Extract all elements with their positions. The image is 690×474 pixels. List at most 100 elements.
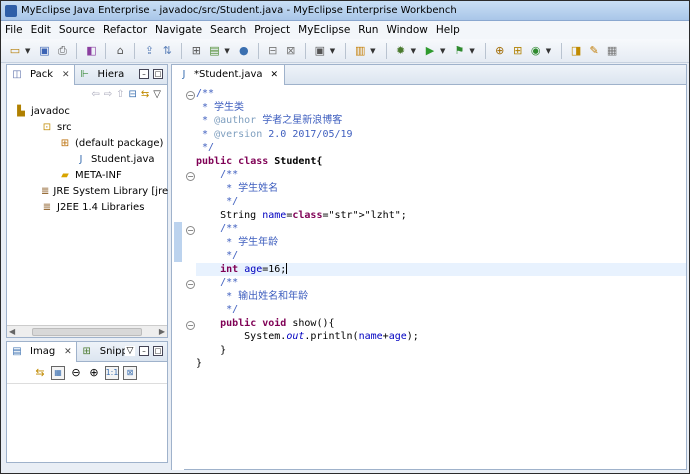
tree-item-meta-inf[interactable]: ▰ META-INF bbox=[7, 167, 167, 183]
tab-image[interactable]: ▤ Imag ✕ bbox=[7, 341, 77, 362]
link-with-editor-icon[interactable]: ⇆ bbox=[141, 89, 149, 100]
new-package-icon[interactable]: ⊞ bbox=[510, 43, 526, 59]
actual-size-icon[interactable]: 1:1 bbox=[105, 365, 119, 380]
maximize-icon[interactable]: □ bbox=[153, 346, 163, 356]
server-icon[interactable]: ⌂ bbox=[112, 43, 128, 59]
link-icon[interactable]: ⇆ bbox=[33, 366, 47, 380]
external-tools-dropdown-icon[interactable]: ▼ bbox=[469, 47, 474, 55]
new-dropdown-icon[interactable]: ▼ bbox=[25, 47, 30, 55]
code-line: /** bbox=[196, 223, 239, 234]
library-icon: ≣ bbox=[41, 185, 50, 197]
fold-icon[interactable]: − bbox=[186, 321, 195, 330]
menu-search[interactable]: Search bbox=[206, 21, 250, 39]
run-icon[interactable]: ▶ bbox=[422, 43, 438, 59]
close-icon[interactable]: ✕ bbox=[271, 70, 279, 80]
menu-help[interactable]: Help bbox=[432, 21, 464, 39]
menu-navigate[interactable]: Navigate bbox=[151, 21, 206, 39]
code-line: */ bbox=[196, 142, 215, 153]
zoom-out-icon[interactable]: ⊖ bbox=[69, 366, 83, 380]
close-icon[interactable]: ✕ bbox=[64, 347, 72, 357]
open-folder-icon[interactable]: ◨ bbox=[568, 43, 584, 59]
image-info-icon[interactable]: ▦ bbox=[51, 365, 65, 380]
image-editor-icon[interactable]: ▣ bbox=[312, 43, 328, 59]
scroll-right-icon[interactable]: ▶ bbox=[159, 327, 165, 336]
toolbar-separator bbox=[385, 42, 387, 59]
collapse-all-icon[interactable]: ⊟ bbox=[129, 89, 137, 100]
tree-item-jre-library[interactable]: ≣ JRE System Library [jre bbox=[7, 183, 169, 199]
new-project-dropdown-icon[interactable]: ▼ bbox=[370, 47, 375, 55]
code-area[interactable]: /** * 学生类 * @author 学者之星新浪博客 * @version … bbox=[196, 87, 686, 371]
new-java-project-icon[interactable]: ⊕ bbox=[492, 43, 508, 59]
tree-item-project[interactable]: ▙ javadoc bbox=[7, 103, 167, 119]
pencil-icon[interactable]: ✎ bbox=[586, 43, 602, 59]
fit-icon[interactable]: ⊠ bbox=[123, 365, 137, 380]
horizontal-scrollbar[interactable]: ◀ ▶ bbox=[7, 325, 167, 337]
tab-package-explorer[interactable]: ◫ Pack ✕ bbox=[7, 64, 75, 85]
menu-project[interactable]: Project bbox=[250, 21, 294, 39]
snippets-icon: ⊞ bbox=[82, 346, 91, 357]
save-icon[interactable]: ▣ bbox=[36, 43, 52, 59]
menu-edit[interactable]: Edit bbox=[27, 21, 55, 39]
fold-icon[interactable]: − bbox=[186, 280, 195, 289]
debug-dropdown-icon[interactable]: ▼ bbox=[411, 47, 416, 55]
toolbar-separator bbox=[181, 42, 183, 59]
minimize-icon[interactable]: – bbox=[139, 346, 149, 356]
scroll-thumb[interactable] bbox=[32, 327, 142, 336]
menu-file[interactable]: File bbox=[1, 21, 27, 39]
library-icon: ≣ bbox=[42, 201, 52, 213]
back-icon[interactable]: ⇦ bbox=[91, 89, 99, 100]
deploy-icon[interactable]: ⇪ bbox=[141, 43, 157, 59]
new-class-dropdown-icon[interactable]: ▼ bbox=[546, 47, 551, 55]
tree-item-default-package[interactable]: ⊞ (default package) bbox=[7, 135, 167, 151]
zoom-in-icon[interactable]: ⊕ bbox=[87, 366, 101, 380]
image-view-tabs: ▤ Imag ✕ ⊞ Snipp ▽ – □ bbox=[7, 341, 167, 362]
report-icon[interactable]: ⊟ bbox=[265, 43, 281, 59]
menu-run[interactable]: Run bbox=[354, 21, 382, 39]
image-editor-dropdown-icon[interactable]: ▼ bbox=[330, 47, 335, 55]
tree-item-j2ee-library[interactable]: ≣ J2EE 1.4 Libraries bbox=[7, 199, 167, 215]
up-icon[interactable]: ⇧ bbox=[116, 89, 124, 100]
toolbar-separator bbox=[304, 42, 306, 59]
scroll-left-icon[interactable]: ◀ bbox=[9, 327, 15, 336]
code-line: public void show(){ bbox=[220, 317, 335, 329]
browser-icon[interactable]: ● bbox=[236, 43, 252, 59]
deploy-manage-icon[interactable]: ⇅ bbox=[159, 43, 175, 59]
server-start-icon[interactable]: ⊞ bbox=[188, 43, 204, 59]
fold-icon[interactable]: − bbox=[186, 91, 195, 100]
new-project-icon[interactable]: ▥ bbox=[352, 43, 368, 59]
tree-item-label: JRE System Library [jre bbox=[53, 185, 169, 197]
debug-icon[interactable]: ✹ bbox=[393, 43, 409, 59]
change-marker bbox=[174, 222, 182, 262]
minimize-icon[interactable]: – bbox=[139, 69, 149, 79]
tree-item-label: src bbox=[57, 121, 72, 133]
print-icon[interactable]: ⎙ bbox=[54, 43, 70, 59]
open-type-icon[interactable]: ◧ bbox=[83, 43, 99, 59]
menu-refactor[interactable]: Refactor bbox=[99, 21, 151, 39]
close-icon[interactable]: ✕ bbox=[62, 70, 70, 80]
run-dropdown-icon[interactable]: ▼ bbox=[440, 47, 445, 55]
external-tools-icon[interactable]: ⚑ bbox=[451, 43, 467, 59]
tree-item-label: Student.java bbox=[91, 153, 155, 165]
view-menu-icon[interactable]: ▽ bbox=[153, 89, 161, 100]
fold-icon[interactable]: − bbox=[186, 172, 195, 181]
tab-snippets[interactable]: ⊞ Snipp bbox=[77, 342, 132, 362]
menu-window[interactable]: Window bbox=[382, 21, 431, 39]
server-manage-icon[interactable]: ▤ bbox=[206, 43, 222, 59]
report-design-icon[interactable]: ⊠ bbox=[283, 43, 299, 59]
maximize-icon[interactable]: □ bbox=[153, 69, 163, 79]
tab-hierarchy[interactable]: ⊩ Hiera bbox=[75, 65, 129, 85]
annotation-ruler[interactable] bbox=[172, 86, 184, 470]
new-class-icon[interactable]: ◉ bbox=[528, 43, 544, 59]
tree-item-label: javadoc bbox=[31, 105, 70, 117]
task-icon[interactable]: ▦ bbox=[604, 43, 620, 59]
view-menu-icon[interactable]: ▽ bbox=[125, 346, 135, 356]
menu-source[interactable]: Source bbox=[55, 21, 99, 39]
tree-item-student-java[interactable]: J Student.java bbox=[7, 151, 167, 167]
menu-myeclipse[interactable]: MyEclipse bbox=[294, 21, 354, 39]
tree-item-src[interactable]: ⊡ src bbox=[7, 119, 167, 135]
forward-icon[interactable]: ⇨ bbox=[104, 89, 112, 100]
fold-icon[interactable]: − bbox=[186, 226, 195, 235]
server-dropdown-icon[interactable]: ▼ bbox=[224, 47, 229, 55]
new-icon[interactable]: ▭ bbox=[7, 43, 23, 59]
tab-student-java[interactable]: J *Student.java ✕ bbox=[172, 64, 286, 85]
